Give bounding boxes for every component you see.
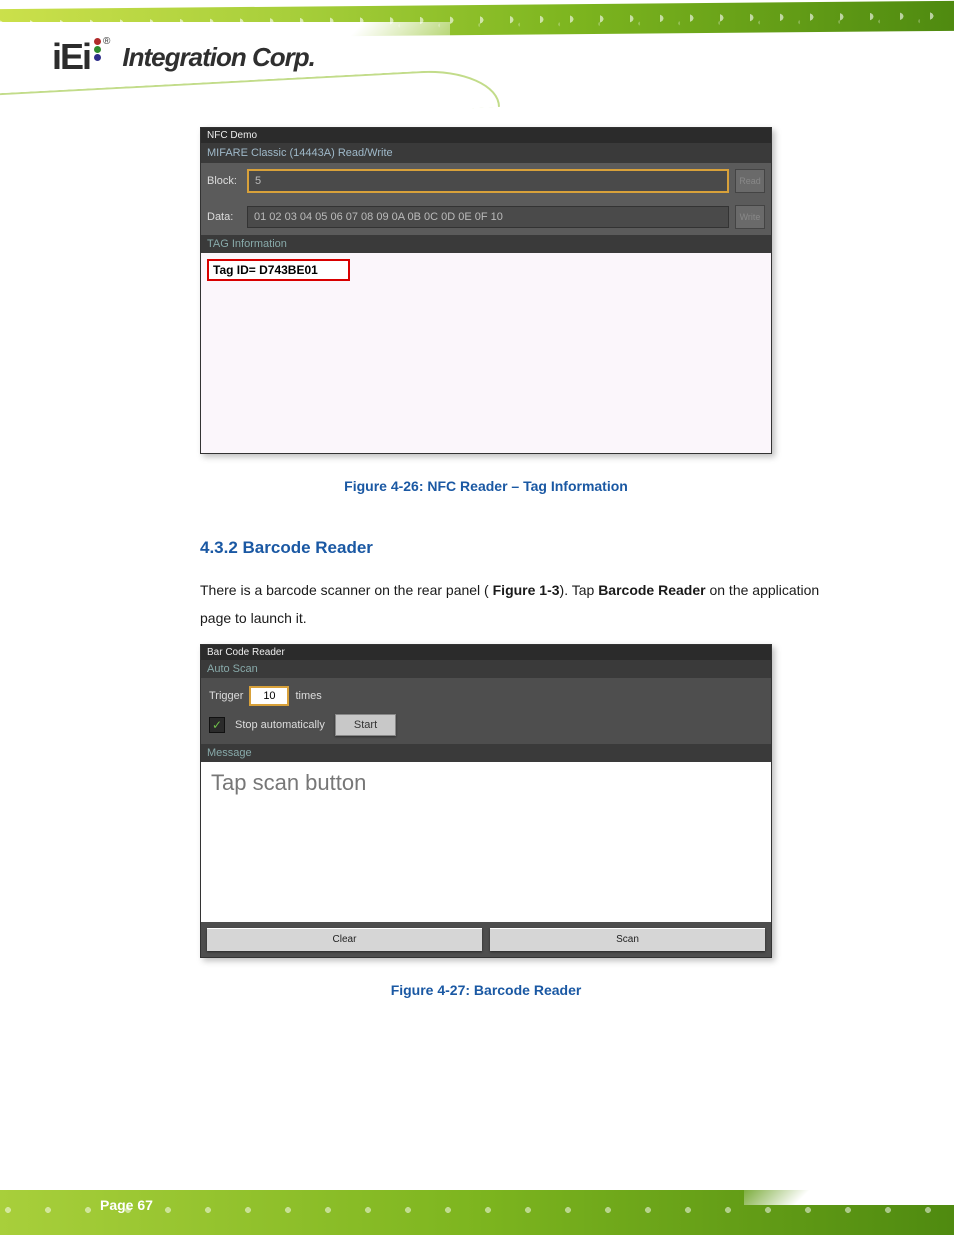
nfc-block-label: Block: [207,175,241,187]
barcode-window-title: Bar Code Reader [201,645,771,660]
footer-white-notch [744,1150,954,1205]
barcode-para-figref: Figure 1-3 [493,582,560,598]
barcode-bottom-buttons: Clear Scan [201,922,771,957]
barcode-para-mid1: ). Tap [560,582,595,598]
barcode-message-placeholder: Tap scan button [211,770,366,795]
section-heading: 4.3.2 Barcode Reader [200,538,854,558]
nfc-read-button[interactable]: Read [735,169,765,193]
barcode-stopauto-row: ✓ Stop automatically Start [209,714,763,736]
nfc-tag-id: Tag ID= D743BE01 [207,259,350,281]
barcode-controls: Trigger times ✓ Stop automatically Start [201,678,771,744]
barcode-message-header: Message [201,744,771,762]
barcode-screenshot: Bar Code Reader Auto Scan Trigger times … [200,644,772,958]
logo-iei: iEi ® [52,36,108,78]
page-content: NFC Demo MIFARE Classic (14443A) Read/Wr… [0,115,954,1135]
barcode-stopauto-label: Stop automatically [235,719,325,731]
nfc-window-title: NFC Demo [201,128,771,143]
page-number: Page 67 [100,1197,153,1213]
logo-primary-text: iEi [52,36,90,78]
logo-registered: ® [103,36,108,47]
nfc-tag-info-box: Tag ID= D743BE01 [201,253,771,453]
nfc-block-input[interactable] [247,169,729,193]
logo-dot-red [94,38,101,45]
barcode-stopauto-checkbox[interactable]: ✓ [209,717,225,733]
barcode-para-appname: Barcode Reader [598,582,705,598]
logo-dot-blue [94,54,101,61]
logo-secondary-text: Integration Corp. [122,42,314,73]
nfc-subheader: MIFARE Classic (14443A) Read/Write [201,143,771,163]
nfc-data-input[interactable] [247,206,729,228]
barcode-scan-button[interactable]: Scan [490,928,765,951]
header-banner: iEi ® Integration Corp. [0,0,954,115]
nfc-figure-caption: Figure 4-26: NFC Reader – Tag Informatio… [200,478,772,494]
nfc-write-button[interactable]: Write [735,205,765,229]
logo-dot-green [94,46,101,53]
barcode-trigger-row: Trigger times [209,686,763,706]
barcode-times-label: times [295,690,321,702]
nfc-block-row: Block: Read [201,163,771,199]
barcode-trigger-label: Trigger [209,690,243,702]
barcode-start-button[interactable]: Start [335,714,396,736]
nfc-data-label: Data: [207,211,241,223]
barcode-figure-caption: Figure 4-27: Barcode Reader [200,982,772,998]
barcode-paragraph: There is a barcode scanner on the rear p… [200,576,840,632]
nfc-screenshot: NFC Demo MIFARE Classic (14443A) Read/Wr… [200,127,772,454]
nfc-taginfo-header: TAG Information [201,235,771,253]
barcode-message-box: Tap scan button [201,762,771,922]
barcode-autoscan-header: Auto Scan [201,660,771,678]
barcode-clear-button[interactable]: Clear [207,928,482,951]
nfc-data-row: Data: Write [201,199,771,235]
barcode-para-pre: There is a barcode scanner on the rear p… [200,582,489,598]
barcode-trigger-input[interactable] [249,686,289,706]
footer-banner: Page 67 [0,1140,954,1235]
